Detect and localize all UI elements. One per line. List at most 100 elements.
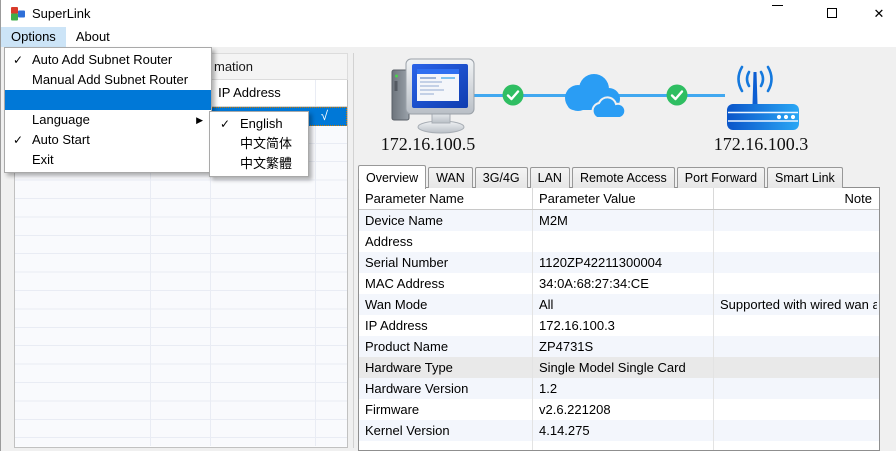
menubar-item-options[interactable]: Options	[1, 27, 66, 47]
close-button[interactable]: ✕	[859, 0, 896, 27]
table-cell-note	[714, 231, 877, 252]
menu-item-label: Exit	[32, 152, 54, 167]
submenu-item-1[interactable]: 中文简体	[210, 134, 308, 154]
menu-item-manual-add-subnet-router[interactable]: Manual Add Subnet Router	[5, 70, 211, 90]
table-row[interactable]	[359, 441, 879, 451]
menu-item-language[interactable]: Language ▶	[5, 110, 211, 130]
table-cell-note	[714, 252, 877, 273]
table-cell-value: All	[533, 294, 714, 315]
table-cell-name: Kernel Version	[359, 420, 533, 441]
grid-line	[315, 107, 316, 446]
table-row[interactable]: Firmwarev2.6.221208	[359, 399, 879, 420]
submenu-item-0[interactable]: ✓ English	[210, 114, 308, 134]
table-row[interactable]: IP Address172.16.100.3	[359, 315, 879, 336]
menu-item-label: Auto Add Subnet Router	[32, 52, 172, 67]
parameter-table: Parameter NameParameter ValueNoteDevice …	[358, 187, 880, 451]
table-row[interactable]: Hardware Version1.2	[359, 378, 879, 399]
minimize-icon	[772, 5, 783, 6]
table-cell-value: 34:0A:68:27:34:CE	[533, 273, 714, 294]
check-icon: ✓	[220, 114, 230, 134]
table-row[interactable]: Device NameM2M	[359, 210, 879, 231]
minimize-button[interactable]	[757, 0, 797, 27]
table-cell-note	[714, 315, 877, 336]
options-menu: ✓ Auto Add Subnet Router Manual Add Subnet…	[4, 47, 212, 173]
table-row[interactable]: Wan ModeAllSupported with wired wan an	[359, 294, 879, 315]
table-cell-value	[533, 231, 714, 252]
menu-item-exit[interactable]: Exit	[5, 150, 211, 170]
tab-remote-access[interactable]: Remote Access	[572, 167, 675, 188]
table-row[interactable]: Kernel Version4.14.275	[359, 420, 879, 441]
menubar-item-about[interactable]: About	[66, 27, 120, 47]
menu-bar: OptionsAbout	[1, 27, 896, 47]
table-cell-note	[714, 399, 877, 420]
table-row[interactable]: Product NameZP4731S	[359, 336, 879, 357]
table-cell-name: MAC Address	[359, 273, 533, 294]
router-icon[interactable]	[723, 60, 803, 130]
table-header-cell: Parameter Name	[359, 188, 533, 209]
menu-item-auto-add-subnet-router[interactable]: ✓ Auto Add Subnet Router	[5, 50, 211, 70]
close-icon: ✕	[874, 6, 885, 21]
title-bar: SuperLink ✕	[1, 0, 896, 27]
table-cell-value: 4.14.275	[533, 420, 714, 441]
table-row[interactable]: Hardware TypeSingle Model Single Card	[359, 357, 879, 378]
table-row[interactable]: Address	[359, 231, 879, 252]
table-cell-value: 1120ZP42211300004	[533, 252, 714, 273]
language-submenu: ✓ English 中文简体中文繁體	[209, 111, 309, 177]
table-cell-name: Hardware Version	[359, 378, 533, 399]
menu-item-label: Manual Add Subnet Router	[32, 72, 188, 87]
submenu-item-label: 中文繁體	[240, 156, 292, 171]
menu-item-label: Auto Start	[32, 132, 90, 147]
tab-overview[interactable]: Overview	[358, 165, 426, 189]
table-cell-value: 1.2	[533, 378, 714, 399]
table-row[interactable]: Serial Number1120ZP42211300004	[359, 252, 879, 273]
maximize-button[interactable]	[812, 0, 852, 27]
table-cell-value	[533, 441, 714, 451]
computer-icon[interactable]	[389, 57, 481, 135]
app-icon	[10, 5, 26, 21]
table-cell-note: Supported with wired wan an	[714, 294, 877, 315]
table-cell-name: Wan Mode	[359, 294, 533, 315]
submenu-arrow-icon: ▶	[196, 110, 203, 130]
tab-strip: OverviewWAN3G/4GLANRemote AccessPort For…	[358, 164, 845, 188]
check-icon: ✓	[13, 130, 23, 150]
menu-item-label: Language	[32, 112, 90, 127]
check-icon: ✓	[13, 50, 23, 70]
tab-wan[interactable]: WAN	[428, 167, 473, 188]
menu-item-auto-start[interactable]: ✓ Auto Start	[5, 130, 211, 150]
table-cell-name: Address	[359, 231, 533, 252]
submenu-item-label: 中文简体	[240, 136, 292, 151]
tab-3g-4g[interactable]: 3G/4G	[475, 167, 528, 188]
table-cell-value: v2.6.221208	[533, 399, 714, 420]
tab-port-forward[interactable]: Port Forward	[677, 167, 765, 188]
status-check-icon-2	[666, 84, 688, 106]
table-cell-name: Product Name	[359, 336, 533, 357]
computer-ip-label: 172.16.100.5	[328, 134, 528, 155]
submenu-item-label: English	[240, 116, 283, 131]
subnet-info-header-text: mation	[214, 59, 253, 74]
window-title: SuperLink	[32, 6, 91, 21]
panel-separator	[353, 53, 354, 448]
ip-address-column-header: IP Address	[197, 85, 302, 100]
menu-item-blank[interactable]	[5, 90, 211, 110]
table-cell-name: IP Address	[359, 315, 533, 336]
tab-smart-link[interactable]: Smart Link	[767, 167, 843, 188]
table-cell-note	[714, 357, 877, 378]
tab-lan[interactable]: LAN	[530, 167, 570, 188]
table-header-cell: Note	[714, 188, 877, 209]
table-cell-name: Serial Number	[359, 252, 533, 273]
table-cell-note	[714, 273, 877, 294]
cloud-icon	[557, 72, 627, 122]
table-cell-value: 172.16.100.3	[533, 315, 714, 336]
table-cell-value: ZP4731S	[533, 336, 714, 357]
submenu-item-2[interactable]: 中文繁體	[210, 154, 308, 174]
table-cell-name: Firmware	[359, 399, 533, 420]
router-ip-label: 172.16.100.3	[661, 134, 861, 155]
table-cell-name	[359, 441, 533, 451]
table-cell-note	[714, 441, 877, 451]
table-header-cell: Parameter Value	[533, 188, 714, 209]
table-row[interactable]: MAC Address34:0A:68:27:34:CE	[359, 273, 879, 294]
table-cell-name: Device Name	[359, 210, 533, 231]
maximize-icon	[827, 8, 837, 18]
table-cell-note	[714, 420, 877, 441]
table-cell-note	[714, 378, 877, 399]
